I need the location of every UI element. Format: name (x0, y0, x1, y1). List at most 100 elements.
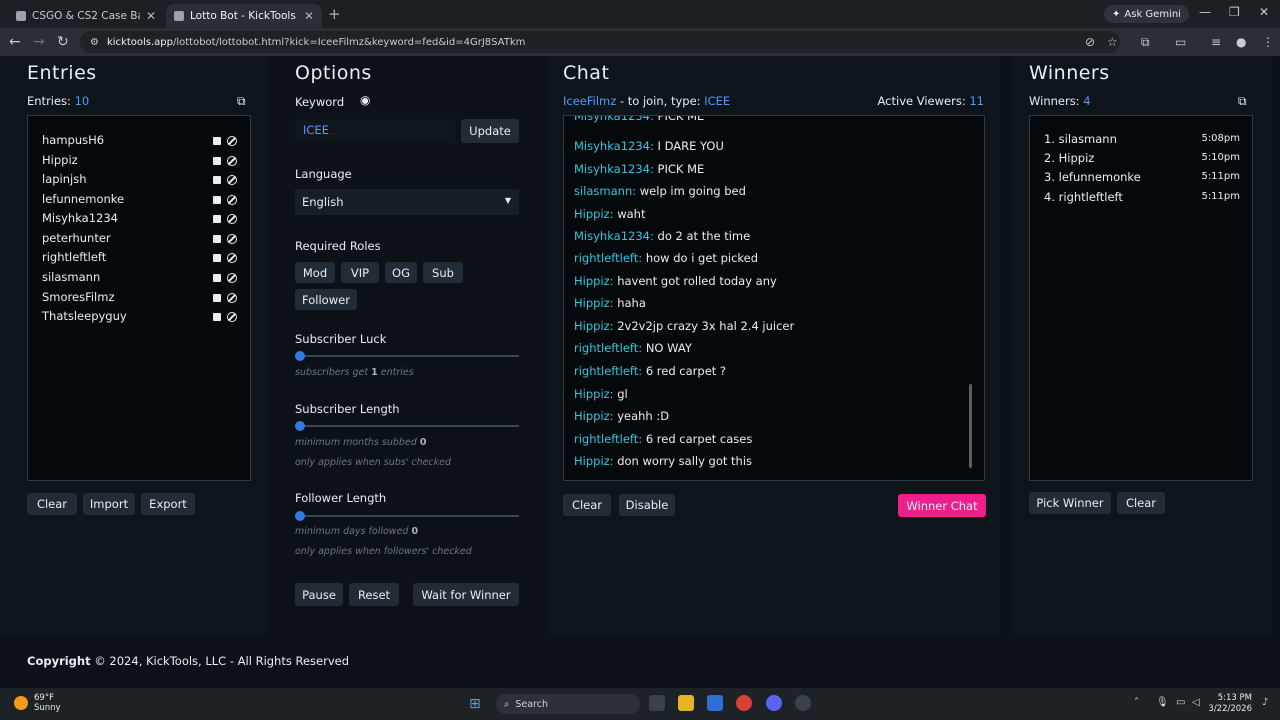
reset-button[interactable]: Reset (349, 583, 399, 606)
subscriber-length-slider[interactable] (295, 421, 519, 431)
ban-entry-icon[interactable] (227, 195, 237, 205)
ban-entry-icon[interactable] (227, 214, 237, 224)
copy-winners-icon[interactable]: ⧉ (1238, 94, 1247, 109)
role-mod-toggle[interactable]: Mod (295, 262, 335, 283)
update-button[interactable]: Update (461, 119, 519, 143)
ban-entry-icon[interactable] (227, 234, 237, 244)
remove-entry-icon[interactable] (213, 137, 221, 145)
ask-gemini-button[interactable]: ✦ Ask Gemini (1104, 5, 1189, 23)
chat-message: rightleftleft: 6 red carpet cases (574, 432, 753, 446)
entries-title: Entries (27, 62, 97, 84)
close-tab-icon[interactable]: ✕ (304, 9, 314, 23)
chat-scrollbar[interactable] (969, 384, 972, 468)
ban-entry-icon[interactable] (227, 293, 237, 303)
camera-off-icon[interactable]: ⊘ (1085, 35, 1095, 49)
language-select[interactable]: English ▼ (295, 189, 519, 215)
clock-date: 3/22/2026 (1208, 704, 1252, 714)
site-info-icon[interactable]: ⚙ (90, 37, 99, 48)
entries-panel: Entries Entries: 10 ⧉ hampusH6 Hippiz la… (0, 56, 266, 636)
tray-overflow-icon[interactable]: ˄ (1134, 697, 1139, 708)
extensions-icon[interactable]: ⧉ (1141, 35, 1150, 50)
remove-entry-icon[interactable] (213, 157, 221, 165)
follower-length-label: Follower Length (295, 491, 387, 505)
chat-log[interactable]: Misyhka1234: PICK ME Misyhka1234: I DARE… (563, 115, 985, 481)
profile-avatar-icon[interactable]: ● (1236, 35, 1246, 49)
notification-bell-icon[interactable]: ♪ (1262, 697, 1268, 708)
role-og-toggle[interactable]: OG (385, 262, 417, 283)
close-window-icon[interactable]: ✕ (1259, 5, 1269, 19)
maximize-icon[interactable]: ❐ (1229, 5, 1240, 19)
ban-entry-icon[interactable] (227, 136, 237, 146)
weather-widget[interactable]: 69°F Sunny (14, 693, 61, 713)
new-tab-icon[interactable]: + (328, 5, 341, 23)
remove-entry-icon[interactable] (213, 196, 221, 204)
taskbar-clock[interactable]: 5:13 PM 3/22/2026 (1206, 693, 1252, 715)
discord-icon[interactable] (766, 695, 782, 711)
slider-handle[interactable] (295, 511, 305, 521)
role-follower-toggle[interactable]: Follower (295, 289, 357, 310)
ban-entry-icon[interactable] (227, 273, 237, 283)
back-icon[interactable]: ← (9, 34, 21, 50)
slider-handle[interactable] (295, 421, 305, 431)
disable-chat-button[interactable]: Disable (619, 494, 675, 516)
list-item: 1. silasmann 5:08pm (1044, 132, 1240, 146)
remove-entry-icon[interactable] (213, 254, 221, 262)
network-icon[interactable]: ▭ (1176, 697, 1185, 708)
remove-entry-icon[interactable] (213, 235, 221, 243)
import-button[interactable]: Import (83, 493, 135, 515)
ban-entry-icon[interactable] (227, 312, 237, 322)
reload-icon[interactable]: ↻ (57, 34, 69, 50)
chrome-icon[interactable] (736, 695, 752, 711)
taskbar-search[interactable]: ⌕ Search (496, 694, 640, 714)
menu-icon[interactable]: ⋮ (1262, 35, 1274, 49)
microphone-icon[interactable]: 🎙 (1156, 697, 1169, 708)
remove-entry-icon[interactable] (213, 215, 221, 223)
subscriber-luck-slider[interactable] (295, 351, 519, 361)
export-button[interactable]: Export (141, 493, 195, 515)
file-explorer-icon[interactable] (678, 695, 694, 711)
join-keyword: ICEE (704, 94, 731, 108)
steam-icon[interactable] (795, 695, 811, 711)
winner-chat-button[interactable]: Winner Chat (898, 494, 986, 517)
follower-length-slider[interactable] (295, 511, 519, 521)
chat-message: Misyhka1234: I DARE YOU (574, 139, 724, 153)
minimize-icon[interactable]: — (1199, 5, 1211, 19)
pause-button[interactable]: Pause (295, 583, 343, 606)
forward-icon[interactable]: → (33, 34, 45, 50)
copy-entries-icon[interactable]: ⧉ (237, 94, 246, 109)
winners-clear-button[interactable]: Clear (1117, 492, 1165, 514)
tab-csgo-case-battles[interactable]: CSGO & CS2 Case Battles | The ✕ (8, 4, 164, 28)
side-panel-icon[interactable]: ▭ (1175, 35, 1186, 49)
ban-entry-icon[interactable] (227, 253, 237, 263)
tab-lotto-bot[interactable]: Lotto Bot - KickTools ✕ (166, 4, 322, 28)
winners-list: 1. silasmann 5:08pm 2. Hippiz 5:10pm 3. le… (1029, 115, 1253, 481)
copyright-text: © 2024, KickTools, LLC - All Rights Rese… (94, 654, 350, 668)
eye-icon[interactable]: ◉ (360, 93, 370, 107)
ban-entry-icon[interactable] (227, 175, 237, 185)
url-host: kicktools.app (106, 36, 173, 48)
remove-entry-icon[interactable] (213, 294, 221, 302)
remove-entry-icon[interactable] (213, 274, 221, 282)
url-field[interactable]: ⚙ kicktools.app/lottobot/lottobot.html?k… (80, 31, 1120, 53)
role-vip-toggle[interactable]: VIP (341, 262, 379, 283)
volume-icon[interactable]: ◁ (1192, 697, 1200, 708)
role-sub-toggle[interactable]: Sub (423, 262, 463, 283)
ban-entry-icon[interactable] (227, 156, 237, 166)
pick-winner-button[interactable]: Pick Winner (1029, 492, 1111, 514)
entries-clear-button[interactable]: Clear (27, 493, 77, 515)
downloads-icon[interactable]: ≡ (1211, 35, 1221, 49)
close-tab-icon[interactable]: ✕ (146, 9, 156, 23)
store-icon[interactable] (707, 695, 723, 711)
remove-entry-icon[interactable] (213, 313, 221, 321)
bookmark-star-icon[interactable]: ☆ (1107, 35, 1118, 49)
keyword-input[interactable]: ICEE (295, 119, 455, 143)
start-menu-icon[interactable]: ⊞ (469, 696, 481, 712)
active-viewers: Active Viewers: 11 (878, 94, 984, 108)
slider-handle[interactable] (295, 351, 305, 361)
channel-name: IceeFilmz (563, 94, 617, 108)
options-panel: Options Keyword ◉ ICEE Update Language E… (276, 56, 536, 636)
remove-entry-icon[interactable] (213, 176, 221, 184)
task-view-icon[interactable] (649, 695, 665, 711)
wait-for-winner-button[interactable]: Wait for Winner (413, 583, 519, 606)
chat-clear-button[interactable]: Clear (563, 494, 611, 516)
